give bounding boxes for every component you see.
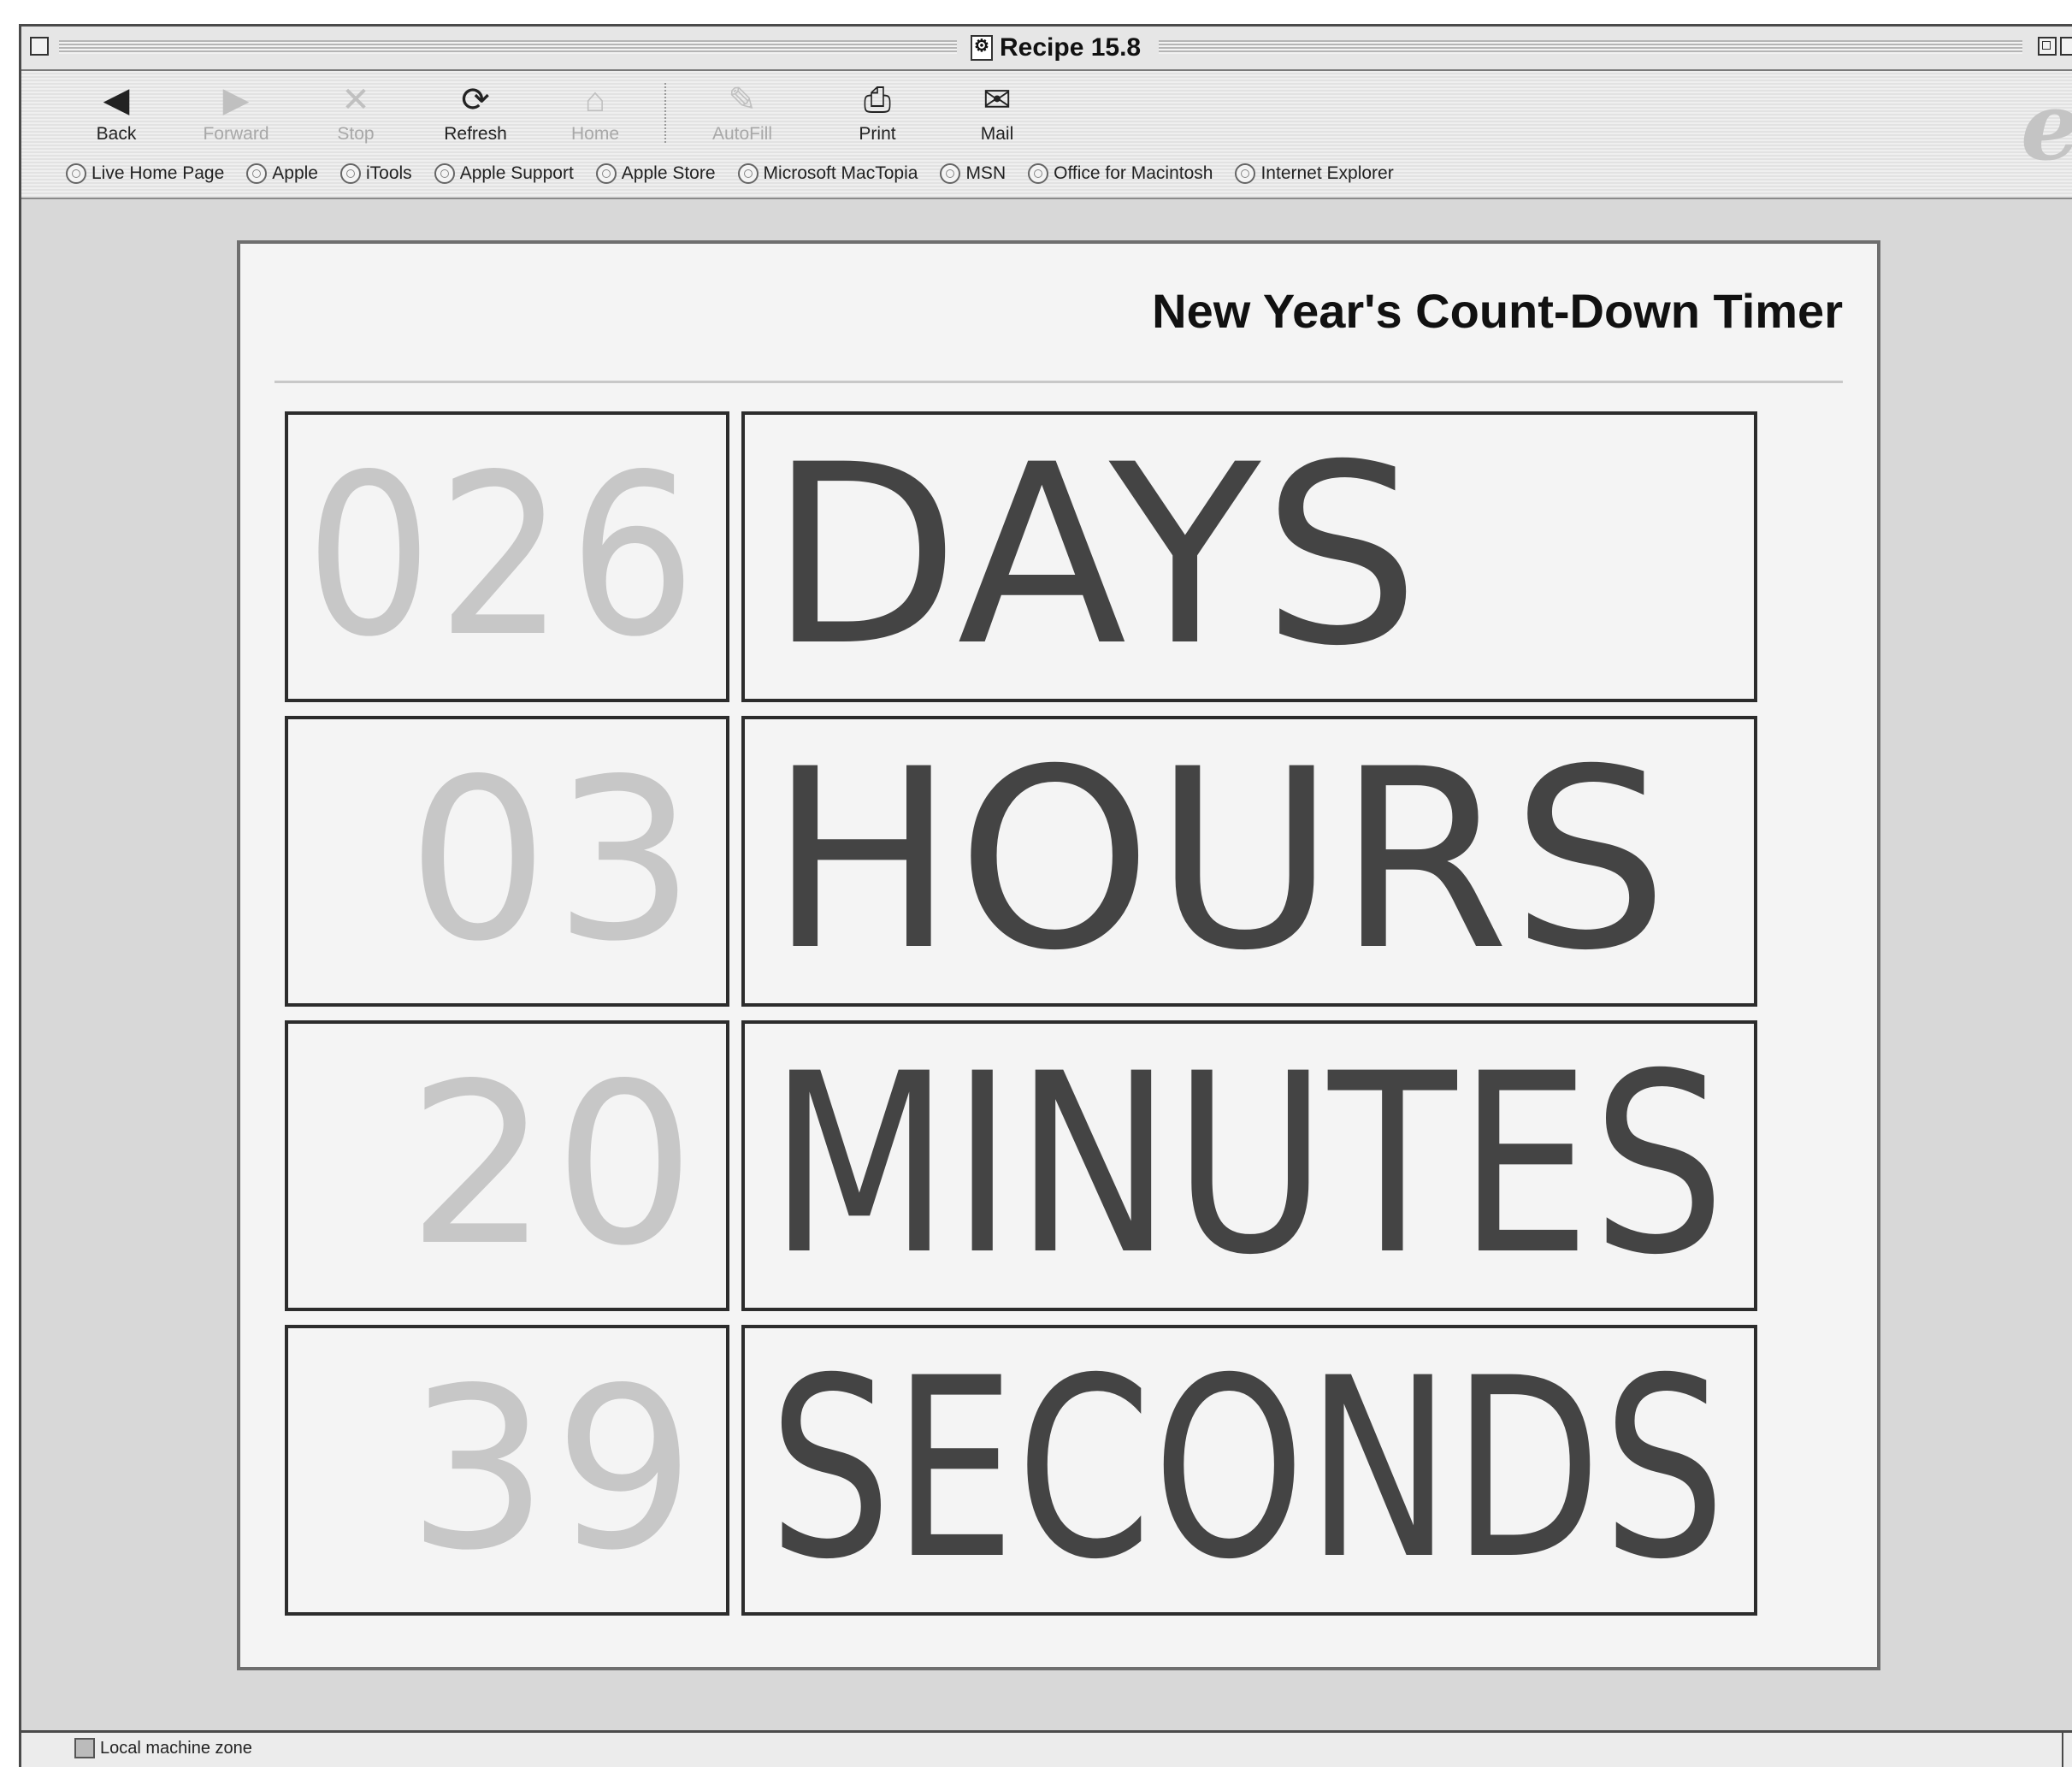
minutes-value-box: 20 (285, 1020, 729, 1311)
status-bar: Local machine zone (21, 1730, 2072, 1767)
stop-button[interactable]: ✕ Stop (309, 80, 403, 148)
favorite-link[interactable]: iTools (339, 163, 412, 184)
refresh-button[interactable]: ⟳ Refresh (428, 80, 522, 148)
security-zone: Local machine zone (74, 1738, 252, 1758)
seconds-value-box: 39 (285, 1325, 729, 1616)
favorite-icon (66, 163, 86, 184)
document-icon (971, 35, 993, 61)
favorite-icon (246, 163, 268, 184)
zone-icon (74, 1738, 95, 1758)
favorite-label: Apple Support (459, 163, 574, 183)
mail-button-label: Mail (980, 124, 1014, 144)
back-arrow-icon: ◀ (103, 81, 130, 119)
print-button[interactable]: ⎙ Print (830, 80, 924, 148)
page-content-area[interactable]: New Year's Count-Down Timer 026 DAYS 03 … (21, 199, 2072, 1756)
page-title: New Year's Count-Down Timer (1152, 284, 1843, 338)
days-label: DAYS (769, 412, 1422, 700)
zoom-box-icon[interactable] (2038, 37, 2057, 56)
title-bar-stripes (59, 40, 957, 54)
countdown-panel: New Year's Count-Down Timer 026 DAYS 03 … (237, 240, 1880, 1670)
favorite-icon (339, 163, 361, 184)
favorite-link[interactable]: Office for Macintosh (1028, 163, 1213, 184)
hours-label-box: HOURS (741, 716, 1757, 1007)
title-bar-stripes (1159, 40, 2022, 54)
favorite-link[interactable]: Live Home Page (66, 163, 224, 184)
status-bar-divider (2062, 1733, 2063, 1767)
browser-window: Recipe 15.8 ◀ Back ▶ Forward ✕ Stop ⟳ Re… (19, 24, 2072, 1767)
days-label-box: DAYS (741, 411, 1757, 702)
countdown-row-days: 026 DAYS (285, 411, 1757, 702)
favorite-label: iTools (365, 163, 412, 183)
forward-button-label: Forward (203, 124, 269, 144)
home-button-label: Home (570, 124, 620, 144)
hours-value-box: 03 (285, 716, 729, 1007)
favorite-icon (737, 163, 759, 184)
print-icon: ⎙ (864, 81, 891, 119)
days-value: 026 (304, 428, 700, 686)
window-title: Recipe 15.8 (960, 33, 1152, 62)
favorite-link[interactable]: Apple Store (595, 163, 716, 184)
stop-button-label: Stop (337, 124, 375, 144)
favorite-link[interactable]: Microsoft MacTopia (737, 163, 918, 184)
refresh-button-label: Refresh (444, 124, 507, 144)
minutes-label-box: MINUTES (741, 1020, 1757, 1311)
autofill-button[interactable]: ✎ AutoFill (695, 80, 789, 148)
hours-value: 03 (407, 732, 700, 990)
collapse-box-icon[interactable] (2060, 37, 2072, 56)
minutes-value: 20 (407, 1037, 700, 1295)
mail-icon: ✉ (983, 81, 1012, 119)
favorite-icon (434, 163, 455, 184)
favorite-link[interactable]: Internet Explorer (1235, 163, 1394, 184)
forward-button[interactable]: ▶ Forward (189, 80, 283, 148)
favorite-label: MSN (965, 163, 1006, 183)
favorite-icon (940, 163, 961, 184)
close-box-icon[interactable] (30, 37, 49, 56)
horizontal-rule (274, 381, 1843, 383)
favorite-link[interactable]: Apple Support (434, 163, 574, 184)
internet-explorer-logo-icon: e (2021, 80, 2072, 174)
print-button-label: Print (859, 124, 896, 144)
toolbar: ◀ Back ▶ Forward ✕ Stop ⟳ Refresh ⌂ Home… (21, 71, 2072, 199)
mail-button[interactable]: ✉ Mail (950, 80, 1044, 148)
countdown-row-hours: 03 HOURS (285, 716, 1757, 1007)
title-bar[interactable]: Recipe 15.8 (21, 27, 2072, 71)
autofill-icon: ✎ (728, 81, 757, 119)
seconds-label-box: SECONDS (741, 1325, 1757, 1616)
stop-icon: ✕ (341, 81, 370, 119)
back-button-label: Back (96, 124, 137, 144)
refresh-icon: ⟳ (461, 81, 490, 119)
forward-arrow-icon: ▶ (222, 81, 250, 119)
toolbar-separator (664, 83, 666, 143)
favorite-label: Internet Explorer (1260, 163, 1394, 183)
autofill-button-label: AutoFill (711, 124, 773, 144)
favorite-link[interactable]: Apple (246, 163, 318, 184)
security-zone-label: Local machine zone (100, 1738, 252, 1758)
favorite-label: Microsoft MacTopia (763, 163, 918, 183)
home-button[interactable]: ⌂ Home (548, 80, 642, 148)
favorite-label: Office for Macintosh (1054, 163, 1213, 183)
countdown-row-seconds: 39 SECONDS (285, 1325, 1757, 1616)
seconds-label: SECONDS (769, 1326, 1727, 1614)
favorite-icon (595, 163, 617, 184)
home-icon: ⌂ (584, 81, 606, 119)
days-value-box: 026 (285, 411, 729, 702)
favorite-label: Apple (272, 163, 318, 183)
countdown-row-minutes: 20 MINUTES (285, 1020, 1757, 1311)
favorite-link[interactable]: MSN (940, 163, 1006, 184)
favorite-icon (1235, 163, 1256, 184)
favorite-icon (1028, 163, 1049, 184)
back-button[interactable]: ◀ Back (69, 80, 163, 148)
favorite-label: Live Home Page (91, 163, 225, 183)
seconds-value: 39 (407, 1341, 700, 1599)
hours-label: HOURS (769, 717, 1671, 1005)
window-title-text: Recipe 15.8 (1000, 33, 1142, 62)
favorite-label: Apple Store (621, 163, 716, 183)
minutes-label: MINUTES (769, 1021, 1727, 1309)
favorites-bar: Live Home Page Apple iTools Apple Suppor… (66, 157, 1416, 191)
